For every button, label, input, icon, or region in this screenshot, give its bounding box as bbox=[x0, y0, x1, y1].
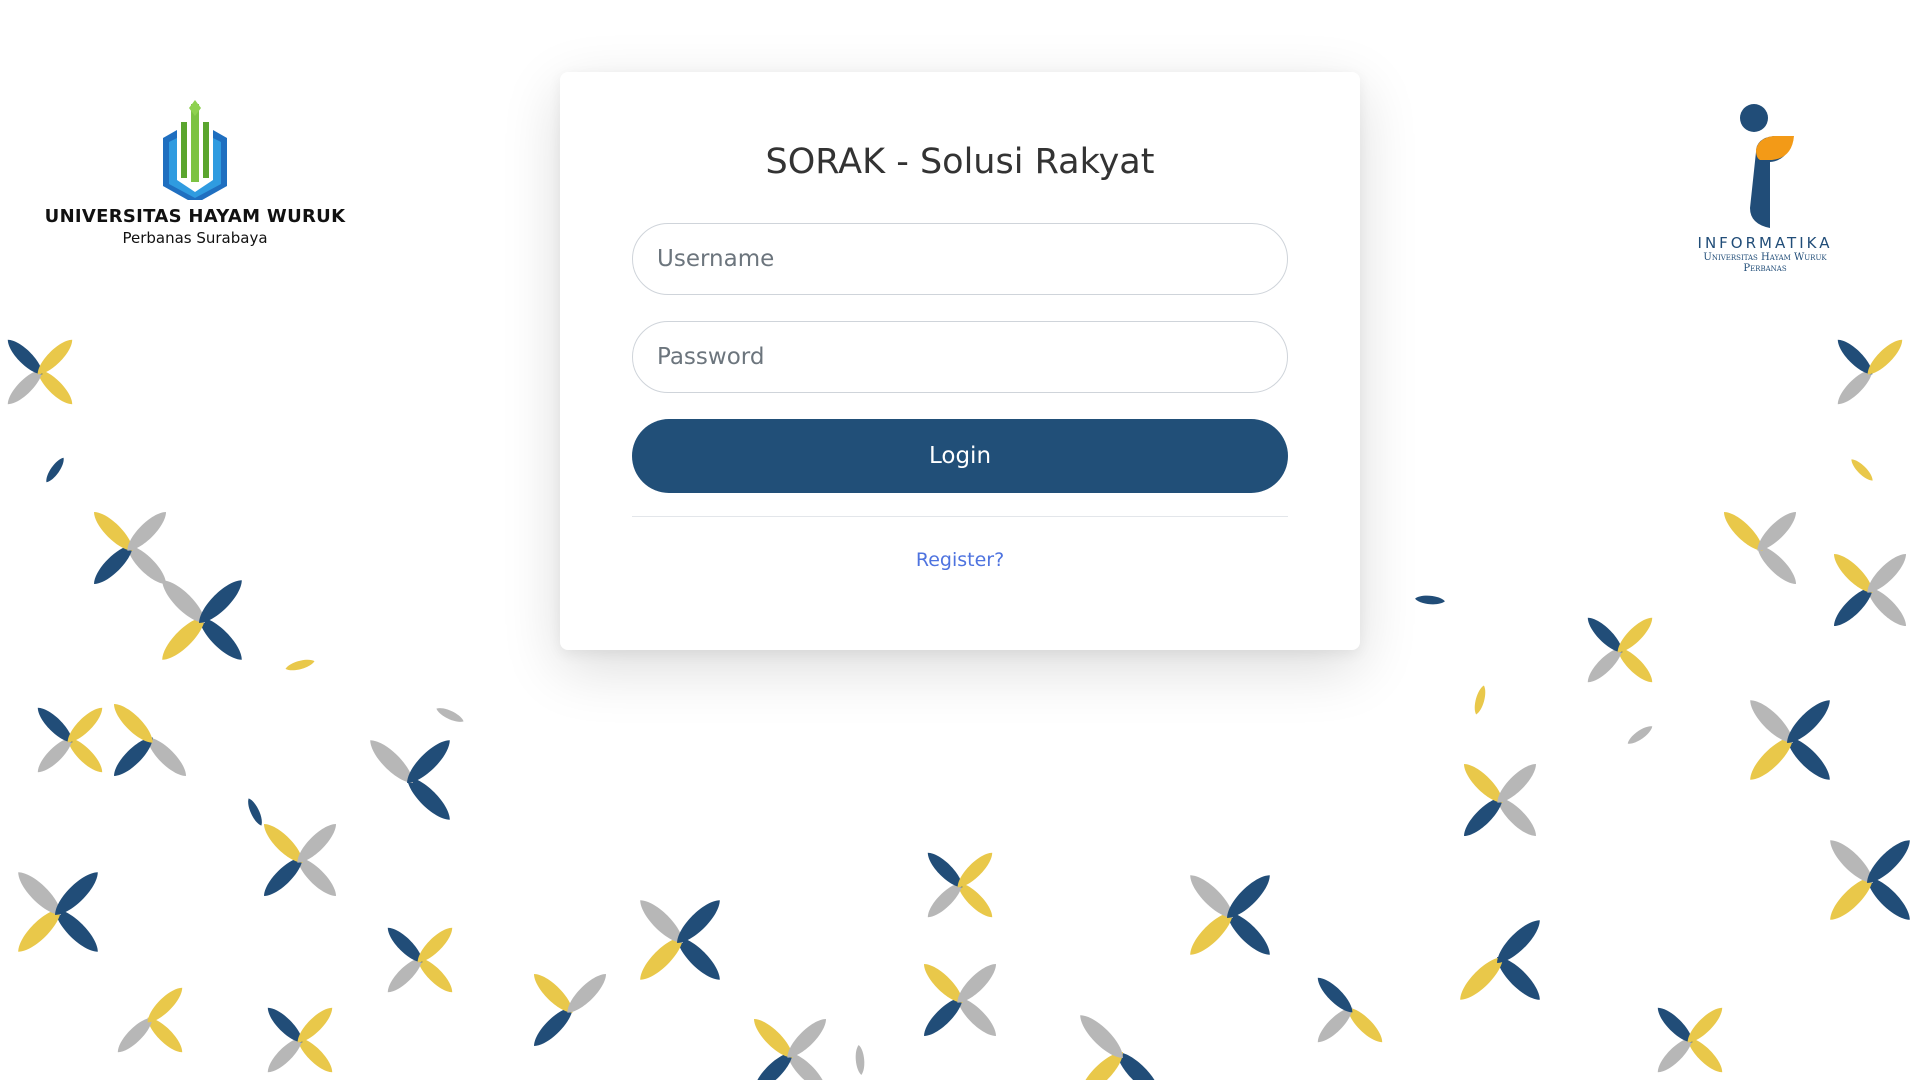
petal-shape bbox=[285, 659, 315, 671]
petal-shape bbox=[1867, 339, 1903, 375]
petal-shape bbox=[37, 339, 73, 375]
petal-shape bbox=[67, 707, 103, 743]
petal-shape bbox=[127, 511, 167, 551]
petal-shape bbox=[248, 798, 262, 826]
i-figure-logo-icon bbox=[1740, 104, 1794, 228]
petal-shape bbox=[417, 927, 453, 963]
petal-shape bbox=[1497, 920, 1540, 963]
petal-shape bbox=[1627, 726, 1653, 744]
book-sprout-logo-icon bbox=[163, 100, 227, 200]
petal-shape bbox=[407, 740, 450, 783]
petal-shape bbox=[1867, 840, 1910, 883]
petal-shape bbox=[1787, 700, 1830, 743]
divider bbox=[632, 516, 1288, 517]
petal-shape bbox=[1080, 1015, 1123, 1058]
petal-shape bbox=[1851, 459, 1873, 481]
petal-shape bbox=[957, 852, 993, 888]
petal-shape bbox=[787, 1018, 827, 1058]
petal-shape bbox=[1757, 511, 1797, 551]
petal-shape bbox=[297, 823, 337, 863]
username-input[interactable] bbox=[632, 223, 1288, 295]
petal-shape bbox=[1317, 977, 1353, 1013]
logo-university-subtitle: Perbanas Surabaya bbox=[122, 229, 268, 247]
petal-shape bbox=[147, 987, 183, 1023]
logo-informatika-title: INFORMATIKA bbox=[1697, 234, 1833, 252]
petal-shape bbox=[1497, 763, 1537, 803]
page-title: SORAK - Solusi Rakyat bbox=[765, 142, 1155, 182]
petal-shape bbox=[297, 1007, 333, 1043]
petal-shape bbox=[436, 708, 464, 722]
login-card: SORAK - Solusi Rakyat Login Register? bbox=[560, 72, 1360, 650]
logo-informatika-subtitle: Universitas Hayam Wuruk bbox=[1703, 252, 1827, 263]
logo-informatika-subtitle-2: Perbanas bbox=[1743, 263, 1787, 274]
petal-shape bbox=[855, 1045, 865, 1075]
informatika-logo: INFORMATIKA Universitas Hayam Wuruk Perb… bbox=[1680, 102, 1850, 274]
petal-shape bbox=[46, 457, 64, 483]
universitas-hayam-wuruk-logo: UNIVERSITAS HAYAM WURUK Perbanas Surabay… bbox=[40, 100, 350, 247]
petal-shape bbox=[1687, 1007, 1723, 1043]
register-link[interactable]: Register? bbox=[560, 549, 1360, 571]
login-button[interactable]: Login bbox=[632, 419, 1288, 493]
password-input[interactable] bbox=[632, 321, 1288, 393]
petal-shape bbox=[113, 703, 153, 743]
petal-shape bbox=[1415, 595, 1445, 605]
petal-shape bbox=[199, 580, 242, 623]
petal-shape bbox=[1617, 617, 1653, 653]
petal-shape bbox=[1227, 875, 1270, 918]
petal-shape bbox=[1474, 685, 1486, 715]
petal-shape bbox=[567, 973, 607, 1013]
logo-university-name: UNIVERSITAS HAYAM WURUK bbox=[44, 206, 346, 227]
petal-shape bbox=[957, 963, 997, 1003]
petal-shape bbox=[1867, 553, 1907, 593]
petal-shape bbox=[55, 872, 98, 915]
petal-shape bbox=[677, 900, 720, 943]
